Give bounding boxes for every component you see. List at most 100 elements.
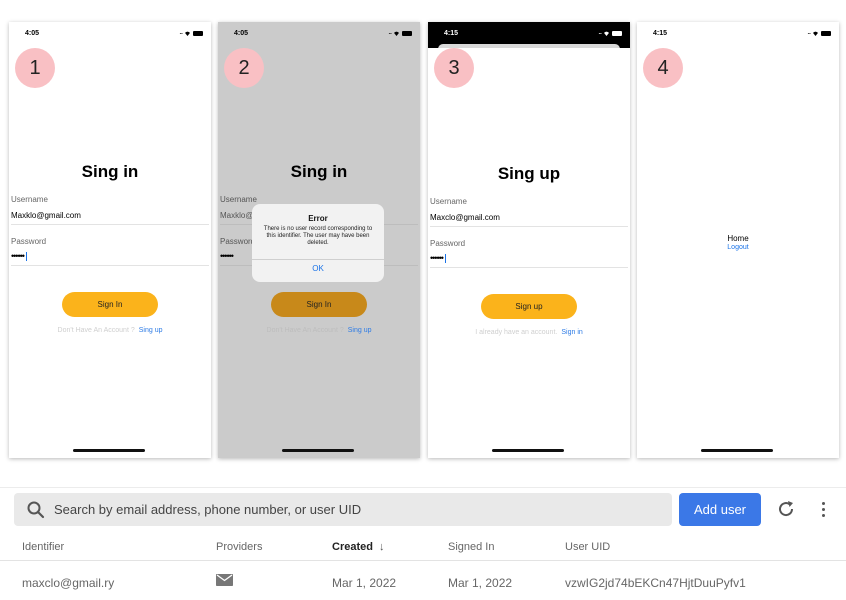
text-caret [25,252,27,262]
username-label: Username [430,197,467,206]
username-label: Username [220,195,257,204]
error-alert: Error There is no user record correspond… [252,204,384,282]
cell-user-uid: vzwIG2jd74bEKCn47HjtDuuPyfv1 [565,576,746,590]
wifi-icon [813,31,818,36]
password-label: Password [11,237,47,246]
password-dots: •••••• [430,253,444,263]
username-underline [430,226,628,227]
step-badge: 1 [15,48,55,88]
account-prompt-text: Don't Have An Account ? [57,327,135,334]
battery-icon [821,30,831,36]
password-input[interactable]: •••••• [430,253,446,264]
step-badge: 2 [224,48,264,88]
alert-title: Error [308,214,328,223]
username-input[interactable]: Maxclo@gmail.com [430,213,500,222]
search-input[interactable]: Search by email address, phone number, o… [54,502,361,517]
status-bar: 4:05 .... [218,22,420,44]
signal-icon: .... [807,30,811,36]
phone-screen-error: 4:05 .... 2 Sing in Username Maxklo@ Pas… [218,22,420,458]
status-icons: .... [179,30,203,36]
status-bar: 4:05 .... [9,22,211,44]
logout-link[interactable]: Logout [637,244,839,251]
alert-ok-button[interactable]: OK [252,264,384,273]
status-icons: .... [388,30,412,36]
status-time: 4:15 [653,30,668,37]
password-input[interactable]: •••••• [11,251,27,262]
phone-screen-sign-up: 4:15 .... 3 Sing up Username Maxclo@gmai… [428,22,630,458]
password-input[interactable]: •••••• [220,251,234,261]
sign-up-link[interactable]: Sing up [348,327,372,334]
username-underline [11,224,209,225]
signal-icon: .... [388,30,392,36]
password-dots: •••••• [11,251,25,261]
status-icons: .... [807,30,831,36]
screen-title: Sing in [290,162,348,181]
account-prompt: Don't Have An Account ? Sing up [9,327,211,334]
cell-created: Mar 1, 2022 [332,576,397,590]
column-header-providers[interactable]: Providers [216,541,262,553]
battery-icon [193,30,203,36]
battery-icon [402,30,412,36]
home-indicator [701,449,773,452]
sort-arrow-icon: ↓ [378,541,385,553]
tutorial-screenshot: 4:05 .... 1 Sing in Username Maxklo@gmai… [0,0,846,600]
screen-title: Sing up [497,164,561,183]
phone-screen-home: 4:15 .... 4 Home Logout [637,22,839,458]
sign-up-button[interactable]: Sign up [481,294,577,319]
password-underline [430,267,628,268]
username-label: Username [11,195,48,204]
step-badge: 4 [643,48,683,88]
sign-up-link[interactable]: Sing up [139,327,163,334]
password-label: Password [220,237,256,246]
column-header-user-uid[interactable]: User UID [565,541,610,553]
account-prompt: I already have an account. Sign in [428,329,630,336]
add-user-button[interactable]: Add user [679,493,761,526]
created-header-label: Created [332,541,373,553]
refresh-icon[interactable] [776,499,796,519]
wifi-icon [604,31,609,36]
column-header-signed-in[interactable]: Signed In [448,541,494,553]
table-header: Identifier Providers Created ↓ Signed In … [0,535,846,561]
wifi-icon [185,31,190,36]
status-time: 4:15 [444,30,459,37]
home-indicator [282,449,354,452]
sign-in-button[interactable]: Sign In [271,292,367,317]
sign-in-button[interactable]: Sign In [62,292,158,317]
account-prompt-text: Don't Have An Account ? [266,327,344,334]
cell-identifier: maxclo@gmail.ry [22,576,115,590]
username-input[interactable]: Maxklo@gmail.com [11,211,81,220]
screen-title: Sing in [81,162,139,181]
users-toolbar: Search by email address, phone number, o… [0,487,846,531]
cell-signed-in: Mar 1, 2022 [448,576,513,590]
signal-icon: .... [179,30,183,36]
alert-divider [252,259,384,260]
alert-message: There is no user record corresponding to… [263,226,373,246]
step-badge: 3 [434,48,474,88]
account-prompt-text: I already have an account. [475,329,558,336]
status-time: 4:05 [25,30,40,37]
status-bar: 4:15 .... [637,22,839,44]
wifi-icon [394,31,399,36]
home-indicator [492,449,564,452]
column-header-created[interactable]: Created ↓ [332,541,384,553]
more-options-icon[interactable] [815,499,831,519]
mail-icon [216,574,233,586]
modal-sheet: 3 Sing up Username Maxclo@gmail.com Pass… [428,48,630,458]
home-indicator [73,449,145,452]
home-label: Home [727,234,749,243]
column-header-identifier[interactable]: Identifier [22,541,64,553]
cell-providers [216,574,233,591]
username-input[interactable]: Maxklo@ [220,211,253,220]
sign-in-link[interactable]: Sign in [561,329,582,336]
account-prompt: Don't Have An Account ? Sing up [218,327,420,334]
search-bar[interactable]: Search by email address, phone number, o… [14,493,672,526]
password-label: Password [430,239,466,248]
status-time: 4:05 [234,30,249,37]
signal-icon: .... [598,30,602,36]
battery-icon [612,30,622,36]
table-row[interactable]: maxclo@gmail.ry Mar 1, 2022 Mar 1, 2022 … [0,570,846,598]
password-underline [11,265,209,266]
phone-screen-sign-in: 4:05 .... 1 Sing in Username Maxklo@gmai… [9,22,211,458]
search-icon [27,501,45,518]
status-icons: .... [598,30,622,36]
